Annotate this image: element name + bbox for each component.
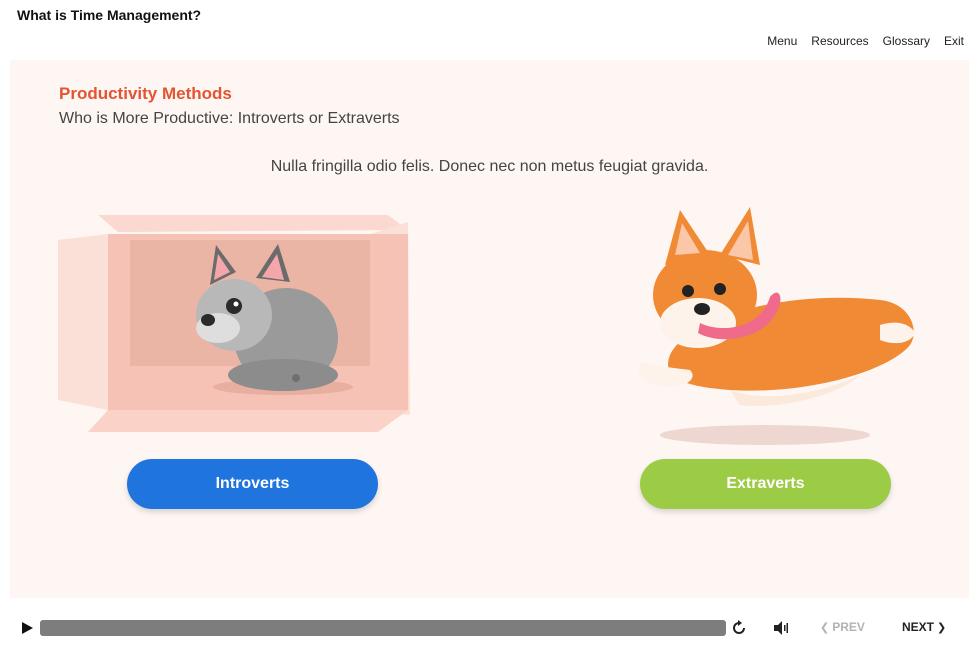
french-bulldog-in-box-image (58, 215, 410, 432)
glossary-link[interactable]: Glossary (883, 34, 930, 48)
menu-link[interactable]: Menu (767, 34, 797, 48)
resources-link[interactable]: Resources (811, 34, 868, 48)
progress-bar[interactable] (40, 620, 726, 636)
slide-heading: Productivity Methods (59, 84, 232, 103)
chevron-right-icon: ❯ (937, 621, 947, 634)
running-corgi-image (638, 207, 915, 445)
slide-content: Productivity Methods Who is More Product… (10, 60, 969, 598)
volume-icon[interactable] (773, 620, 789, 636)
play-icon[interactable] (20, 621, 34, 635)
course-title: What is Time Management? (17, 7, 202, 23)
replay-icon[interactable] (730, 619, 748, 637)
player-controls: ❮ PREV NEXT ❯ (0, 612, 980, 644)
next-label: NEXT (902, 620, 935, 634)
extraverts-button[interactable]: Extraverts (640, 459, 891, 509)
prev-button[interactable]: ❮ PREV (820, 620, 865, 634)
introverts-button[interactable]: Introverts (127, 459, 378, 509)
prev-label: PREV (832, 620, 865, 634)
chevron-left-icon: ❮ (820, 621, 830, 634)
slide-body-text: Nulla fringilla odio felis. Donec nec no… (270, 158, 709, 175)
exit-link[interactable]: Exit (944, 34, 964, 48)
top-navigation: Menu Resources Glossary Exit (767, 34, 964, 48)
next-button[interactable]: NEXT ❯ (902, 620, 946, 634)
slide-subheading: Who is More Productive: Introverts or Ex… (59, 110, 400, 127)
